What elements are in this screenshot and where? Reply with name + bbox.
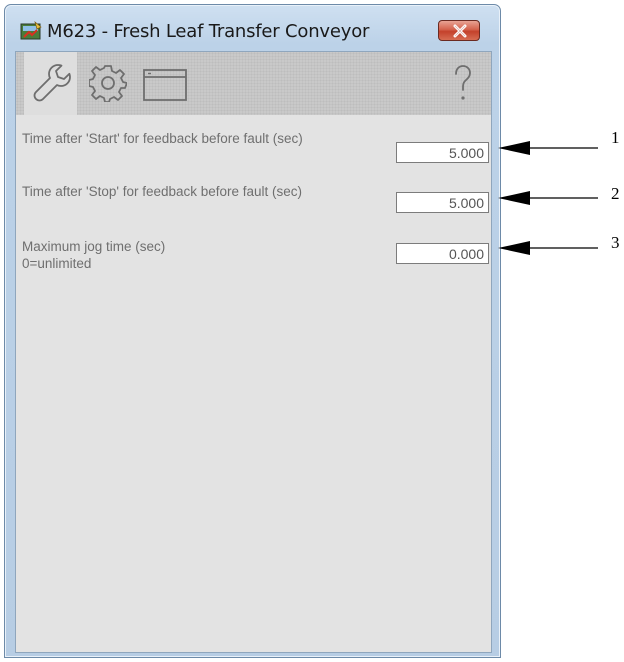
callout-number-1: 1 [611,128,620,147]
callout-arrow-1 [498,141,598,155]
callout-arrow-2 [498,191,598,205]
callout-arrows [498,141,598,255]
callout-number-3: 3 [611,233,620,252]
callout-arrow-3 [498,241,598,255]
callout-number-2: 2 [611,184,620,203]
